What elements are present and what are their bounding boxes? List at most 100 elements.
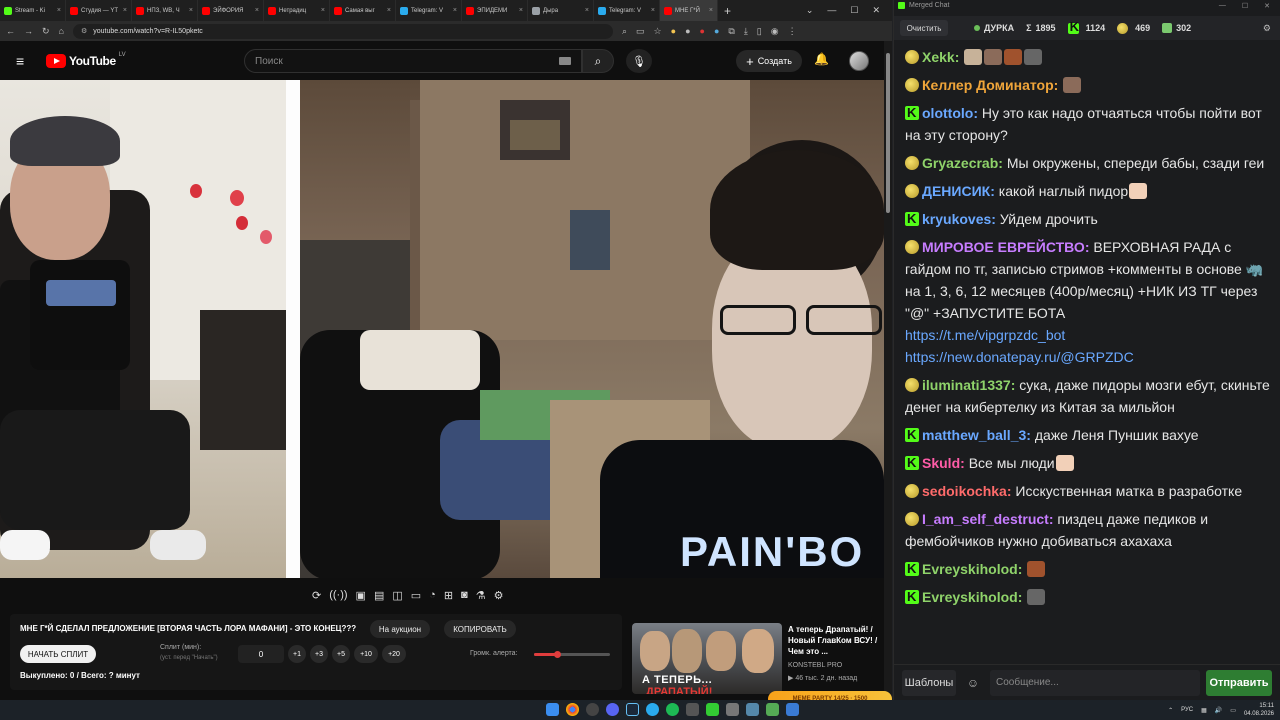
chat-username[interactable]: I_am_self_destruct: [922, 511, 1049, 527]
chat-settings-icon[interactable]: ⚙: [1263, 23, 1271, 34]
message-input[interactable]: Сообщение...: [990, 669, 1200, 696]
speed-gauge-icon[interactable]: ◔: [429, 589, 436, 601]
home-icon[interactable]: ⌂: [59, 26, 64, 36]
chat-minimize-button[interactable]: —: [1219, 2, 1226, 10]
chat-username[interactable]: Xekk: [922, 49, 955, 65]
tab-close-icon[interactable]: ×: [651, 7, 655, 14]
screenshot-icon[interactable]: ▣: [356, 589, 366, 602]
tab-close-icon[interactable]: ×: [321, 7, 325, 14]
voice-search-button[interactable]: 🎙: [626, 49, 652, 73]
increment-button-20[interactable]: +20: [382, 645, 406, 663]
chat-username[interactable]: Келлер Доминатор: [922, 77, 1054, 93]
browser-tab[interactable]: ЭПИДЕМИ ×: [462, 0, 528, 21]
app-icon-13[interactable]: [786, 703, 799, 716]
tab-close-icon[interactable]: ×: [255, 7, 259, 14]
new-tab-button[interactable]: +: [718, 4, 737, 18]
flask-icon[interactable]: ⚗: [476, 589, 486, 602]
app-icon-12[interactable]: [766, 703, 779, 716]
tab-close-icon[interactable]: ×: [519, 7, 523, 14]
send-button[interactable]: Отправить: [1206, 669, 1272, 696]
broadcast-icon[interactable]: ((·)): [329, 589, 347, 601]
loop-icon[interactable]: ⟳: [312, 589, 321, 602]
sidebar-icon[interactable]: ▯: [757, 26, 762, 37]
recommended-video-channel[interactable]: KONSTEBL PRO: [788, 662, 842, 669]
tab-close-icon[interactable]: ×: [453, 7, 457, 14]
battery-icon[interactable]: ▭: [1230, 707, 1236, 714]
obs-icon[interactable]: [586, 703, 599, 716]
search-button[interactable]: ⌕: [582, 49, 614, 73]
picture-in-picture-icon[interactable]: ◫: [392, 589, 402, 602]
alert-volume-knob[interactable]: [553, 651, 561, 658]
tab-close-icon[interactable]: ×: [123, 7, 127, 14]
close-button[interactable]: ✕: [872, 5, 880, 16]
increment-button-1[interactable]: +1: [288, 645, 306, 663]
chat-username[interactable]: Evreyskiholod: [922, 589, 1018, 605]
browser-tab[interactable]: НПЗ, WB, Ч ×: [132, 0, 198, 21]
network-icon[interactable]: ▦: [1201, 707, 1207, 714]
youtube-logo[interactable]: YouTube LV: [46, 52, 126, 68]
extension-icon-2[interactable]: ●: [685, 26, 690, 36]
to-auction-button[interactable]: На аукцион: [370, 620, 430, 638]
browser-tab[interactable]: Telegram: V ×: [594, 0, 660, 21]
increment-button-5[interactable]: +5: [332, 645, 350, 663]
chat-username[interactable]: ДЕНИСИК: [922, 183, 990, 199]
recommended-video-thumbnail[interactable]: А ТЕПЕРЬ... ДРАПАТЫЙ!: [632, 623, 782, 694]
browser-tab[interactable]: Дыра ×: [528, 0, 594, 21]
chat-username[interactable]: Skuld: [922, 455, 960, 471]
clock[interactable]: 15:11 04.08.2026: [1244, 702, 1274, 718]
chat-username[interactable]: olottolo: [922, 105, 973, 121]
search-input[interactable]: Поиск: [244, 49, 582, 73]
chat-username[interactable]: Evreyskiholod: [922, 561, 1018, 577]
reload-icon[interactable]: ↻: [42, 26, 50, 37]
app-icon-11[interactable]: [746, 703, 759, 716]
add-box-icon[interactable]: ⊞: [444, 589, 453, 602]
extensions-puzzle-icon[interactable]: ⧉: [728, 26, 734, 37]
maximize-button[interactable]: ☐: [850, 5, 858, 16]
volume-icon[interactable]: 🔊: [1215, 707, 1222, 714]
emoji-icon[interactable]: ☺: [962, 676, 984, 690]
browser-tab[interactable]: Самая выг ×: [330, 0, 396, 21]
clapperboard-icon[interactable]: ▤: [374, 589, 384, 602]
create-button[interactable]: + Создать: [736, 50, 802, 72]
recommended-video-title[interactable]: А теперь Драпатый! / Новый ГлавКом ВСУ! …: [788, 624, 882, 657]
notifications-bell-icon[interactable]: 🔔: [814, 52, 829, 66]
chrome-icon[interactable]: [566, 703, 579, 716]
chat-username[interactable]: kryukoves: [922, 211, 991, 227]
browser-tab[interactable]: Stream - Ki ×: [0, 0, 66, 21]
video-player[interactable]: PAIN'BO: [0, 80, 884, 578]
discord-icon[interactable]: [606, 703, 619, 716]
site-info-icon[interactable]: ⚙: [81, 27, 87, 35]
app-icon-10[interactable]: [726, 703, 739, 716]
increment-button-10[interactable]: +10: [354, 645, 378, 663]
tab-close-icon[interactable]: ×: [387, 7, 391, 14]
start-split-button[interactable]: НАЧАТЬ СПЛИТ: [20, 645, 96, 663]
app-icon-8[interactable]: [686, 703, 699, 716]
browser-tab[interactable]: МНЕ Г*Й ×: [660, 0, 718, 21]
clear-chat-button[interactable]: Очистить: [900, 20, 948, 36]
zoom-icon[interactable]: ⌕: [622, 26, 627, 37]
telegram-icon[interactable]: [646, 703, 659, 716]
browser-tab[interactable]: Студия — YT ×: [66, 0, 132, 21]
alert-volume-slider[interactable]: [534, 651, 610, 658]
chat-close-button[interactable]: ✕: [1264, 2, 1270, 10]
menu-dots-icon[interactable]: ⋮: [788, 26, 797, 37]
browser-tab[interactable]: Нетрадиц ×: [264, 0, 330, 21]
bookmark-star-icon[interactable]: ☆: [654, 26, 662, 37]
settings-gear-icon[interactable]: ⚙: [494, 589, 504, 602]
url-field[interactable]: ⚙ youtube.com/watch?v=R-IL50pketc: [72, 23, 613, 39]
chat-username[interactable]: matthew_ball_3: [922, 427, 1026, 443]
back-icon[interactable]: ←: [6, 26, 15, 36]
templates-button[interactable]: Шаблоны: [902, 669, 956, 696]
chat-username[interactable]: Gryazecrab: [922, 155, 998, 171]
extension-icon-3[interactable]: ●: [700, 26, 705, 36]
tab-close-icon[interactable]: ×: [57, 7, 61, 14]
spotify-icon[interactable]: [666, 703, 679, 716]
increment-button-3[interactable]: +3: [310, 645, 328, 663]
windows-start-icon[interactable]: [546, 703, 559, 716]
split-minutes-input[interactable]: 0: [238, 645, 284, 663]
steam-icon[interactable]: [626, 703, 639, 716]
chat-messages[interactable]: Xekk: Келлер Доминатор: olottolo: Ну это…: [905, 46, 1271, 656]
chevron-down-icon[interactable]: ⌄: [806, 5, 814, 16]
browser-tab[interactable]: ЭЙФОРИЯ ×: [198, 0, 264, 21]
extension-icon-1[interactable]: ●: [671, 26, 676, 36]
